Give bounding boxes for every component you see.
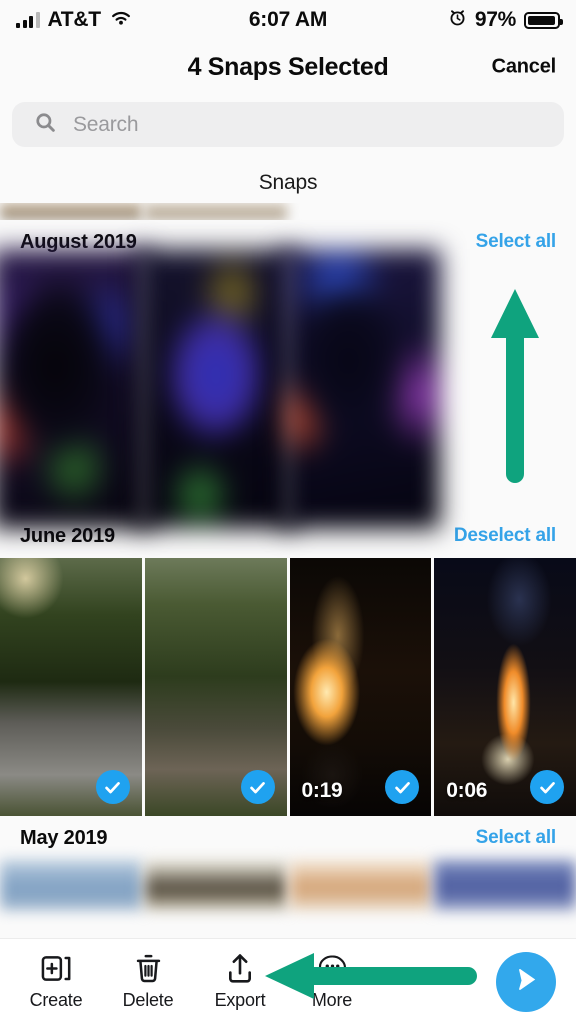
create-label: Create (29, 990, 83, 1010)
search-bar[interactable]: Search (12, 102, 564, 147)
cancel-button[interactable]: Cancel (492, 56, 557, 79)
thumbnail-partial[interactable] (0, 203, 142, 220)
search-input[interactable]: Search (73, 113, 139, 137)
more-button[interactable]: More (286, 952, 378, 1011)
page-title: 4 Snaps Selected (187, 52, 389, 81)
thumbnail-item[interactable]: 0:06 (434, 558, 576, 816)
tab-snaps-label: Snaps (258, 171, 318, 194)
section-title: May 2019 (20, 826, 108, 849)
thumbnail-item[interactable] (289, 860, 432, 910)
selected-check-icon[interactable] (530, 770, 564, 804)
video-duration-label: 0:06 (446, 779, 488, 802)
trash-icon (134, 952, 163, 984)
cellular-signal-icon (16, 12, 40, 28)
wifi-icon (109, 9, 133, 32)
delete-button[interactable]: Delete (102, 952, 194, 1011)
thumbnail-item[interactable] (144, 860, 287, 910)
send-button[interactable] (496, 951, 556, 1012)
export-upload-icon (225, 952, 255, 984)
more-dots-icon (316, 952, 349, 984)
page-header: 4 Snaps Selected Cancel (0, 40, 576, 94)
create-button[interactable]: Create (10, 952, 102, 1011)
deselect-all-button-june[interactable]: Deselect all (454, 525, 556, 547)
phone-screen: AT&T 6:07 AM 97% 4 Snaps Selected Cancel… (0, 0, 576, 1024)
thumbnail-item[interactable] (280, 249, 440, 529)
create-icon (40, 952, 73, 984)
status-bar-left: AT&T (16, 8, 133, 32)
thumbnail-partial (289, 203, 432, 220)
status-bar: AT&T 6:07 AM 97% (0, 0, 576, 40)
thumbnail-partial[interactable] (144, 203, 287, 220)
thumbnail-item[interactable] (144, 558, 287, 816)
selected-check-icon[interactable] (385, 770, 420, 804)
send-arrow-icon (511, 964, 542, 1000)
select-all-button-may[interactable]: Select all (476, 827, 557, 849)
thumbnail-row-june-2019: 0:19 0:06 (0, 558, 576, 816)
thumbnail-item[interactable] (136, 249, 296, 529)
more-label: More (311, 990, 353, 1010)
selected-check-icon[interactable] (240, 770, 275, 804)
thumbnail-row-august-2019 (0, 249, 576, 529)
snaps-gallery-scroll[interactable]: August 2019 Select all June 2019 Deselec… (0, 203, 576, 938)
battery-percent-label: 97% (474, 8, 516, 31)
search-icon (34, 111, 57, 139)
video-duration-label: 0:19 (301, 779, 343, 802)
thumbnail-row-empty-slot (434, 264, 576, 514)
alarm-clock-icon (448, 8, 467, 32)
status-bar-right: 97% (448, 8, 563, 32)
thumbnail-row-may-2019 (0, 860, 576, 910)
carrier-label: AT&T (47, 8, 102, 31)
partial-thumbnail-row-top (0, 203, 576, 220)
export-button[interactable]: Export (194, 952, 286, 1011)
thumbnail-item[interactable]: 0:19 (289, 558, 432, 816)
thumbnail-item[interactable] (0, 249, 151, 529)
thumbnail-partial (434, 203, 576, 220)
thumbnail-item[interactable] (0, 860, 142, 910)
clock-label: 6:07 AM (248, 8, 328, 31)
battery-icon (524, 11, 563, 29)
thumbnail-item[interactable] (434, 860, 576, 910)
selected-check-icon[interactable] (95, 770, 130, 804)
delete-label: Delete (122, 990, 174, 1010)
tab-snaps[interactable]: Snaps (257, 162, 318, 208)
bottom-toolbar: Create Delete Export More (0, 938, 576, 1024)
export-label: Export (214, 990, 266, 1010)
select-all-button-august[interactable]: Select all (476, 231, 557, 253)
section-header-may-2019: May 2019 Select all (0, 816, 576, 860)
thumbnail-item[interactable] (0, 558, 142, 816)
